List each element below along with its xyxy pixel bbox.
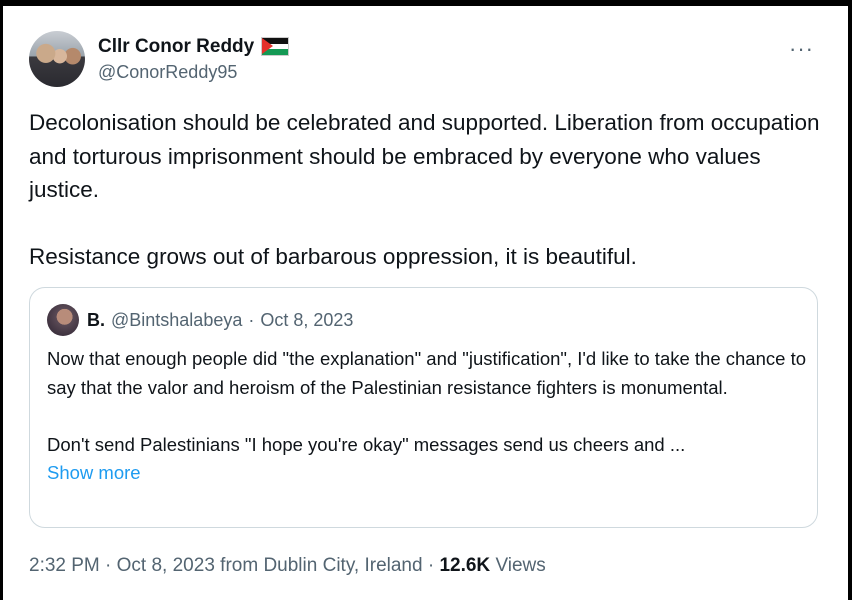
quoted-tweet[interactable]: B. @Bintshalabeya · Oct 8, 2023 Now that… — [29, 287, 818, 528]
views-count: 12.6K — [439, 555, 491, 576]
tweet-time[interactable]: 2:32 PM — [29, 555, 100, 576]
quoted-paragraph: Now that enough people did "the explanat… — [47, 348, 806, 398]
author-handle[interactable]: @ConorReddy95 — [98, 62, 289, 83]
tweet-card: Cllr Conor Reddy @ConorReddy95 ··· Decol… — [3, 6, 848, 600]
footer-separator: · — [427, 555, 435, 576]
author-name[interactable]: Cllr Conor Reddy — [98, 36, 254, 58]
author-avatar[interactable] — [29, 31, 85, 87]
footer-separator: · — [105, 555, 112, 576]
views-label: Views — [495, 555, 546, 576]
quoted-text: Now that enough people did "the explanat… — [47, 345, 807, 488]
palestine-flag-icon — [261, 37, 290, 56]
tweet-paragraph: Decolonisation should be celebrated and … — [29, 110, 820, 202]
show-more-link[interactable]: Show more — [47, 459, 807, 488]
quoted-header: B. @Bintshalabeya · Oct 8, 2023 — [47, 304, 353, 336]
quoted-separator: · — [248, 309, 255, 330]
quoted-name: B. — [87, 309, 105, 330]
tweet-location: from Dublin City, Ireland — [220, 555, 423, 576]
more-horizontal-icon[interactable]: ··· — [789, 36, 814, 62]
tweet-date[interactable]: Oct 8, 2023 — [117, 555, 215, 576]
quoted-date: Oct 8, 2023 — [260, 309, 354, 330]
tweet-text: Decolonisation should be celebrated and … — [29, 106, 829, 274]
quoted-paragraph: Don't send Palestinians "I hope you're o… — [47, 433, 686, 455]
tweet-header: Cllr Conor Reddy @ConorReddy95 — [29, 31, 290, 87]
quoted-handle: @Bintshalabeya — [111, 309, 243, 330]
tweet-paragraph: Resistance grows out of barbarous oppres… — [29, 244, 637, 269]
author-name-line: Cllr Conor Reddy — [98, 36, 290, 58]
author-info: Cllr Conor Reddy @ConorReddy95 — [98, 36, 290, 83]
quoted-avatar — [47, 304, 79, 336]
tweet-footer: 2:32 PM · Oct 8, 2023 from Dublin City, … — [29, 555, 546, 577]
